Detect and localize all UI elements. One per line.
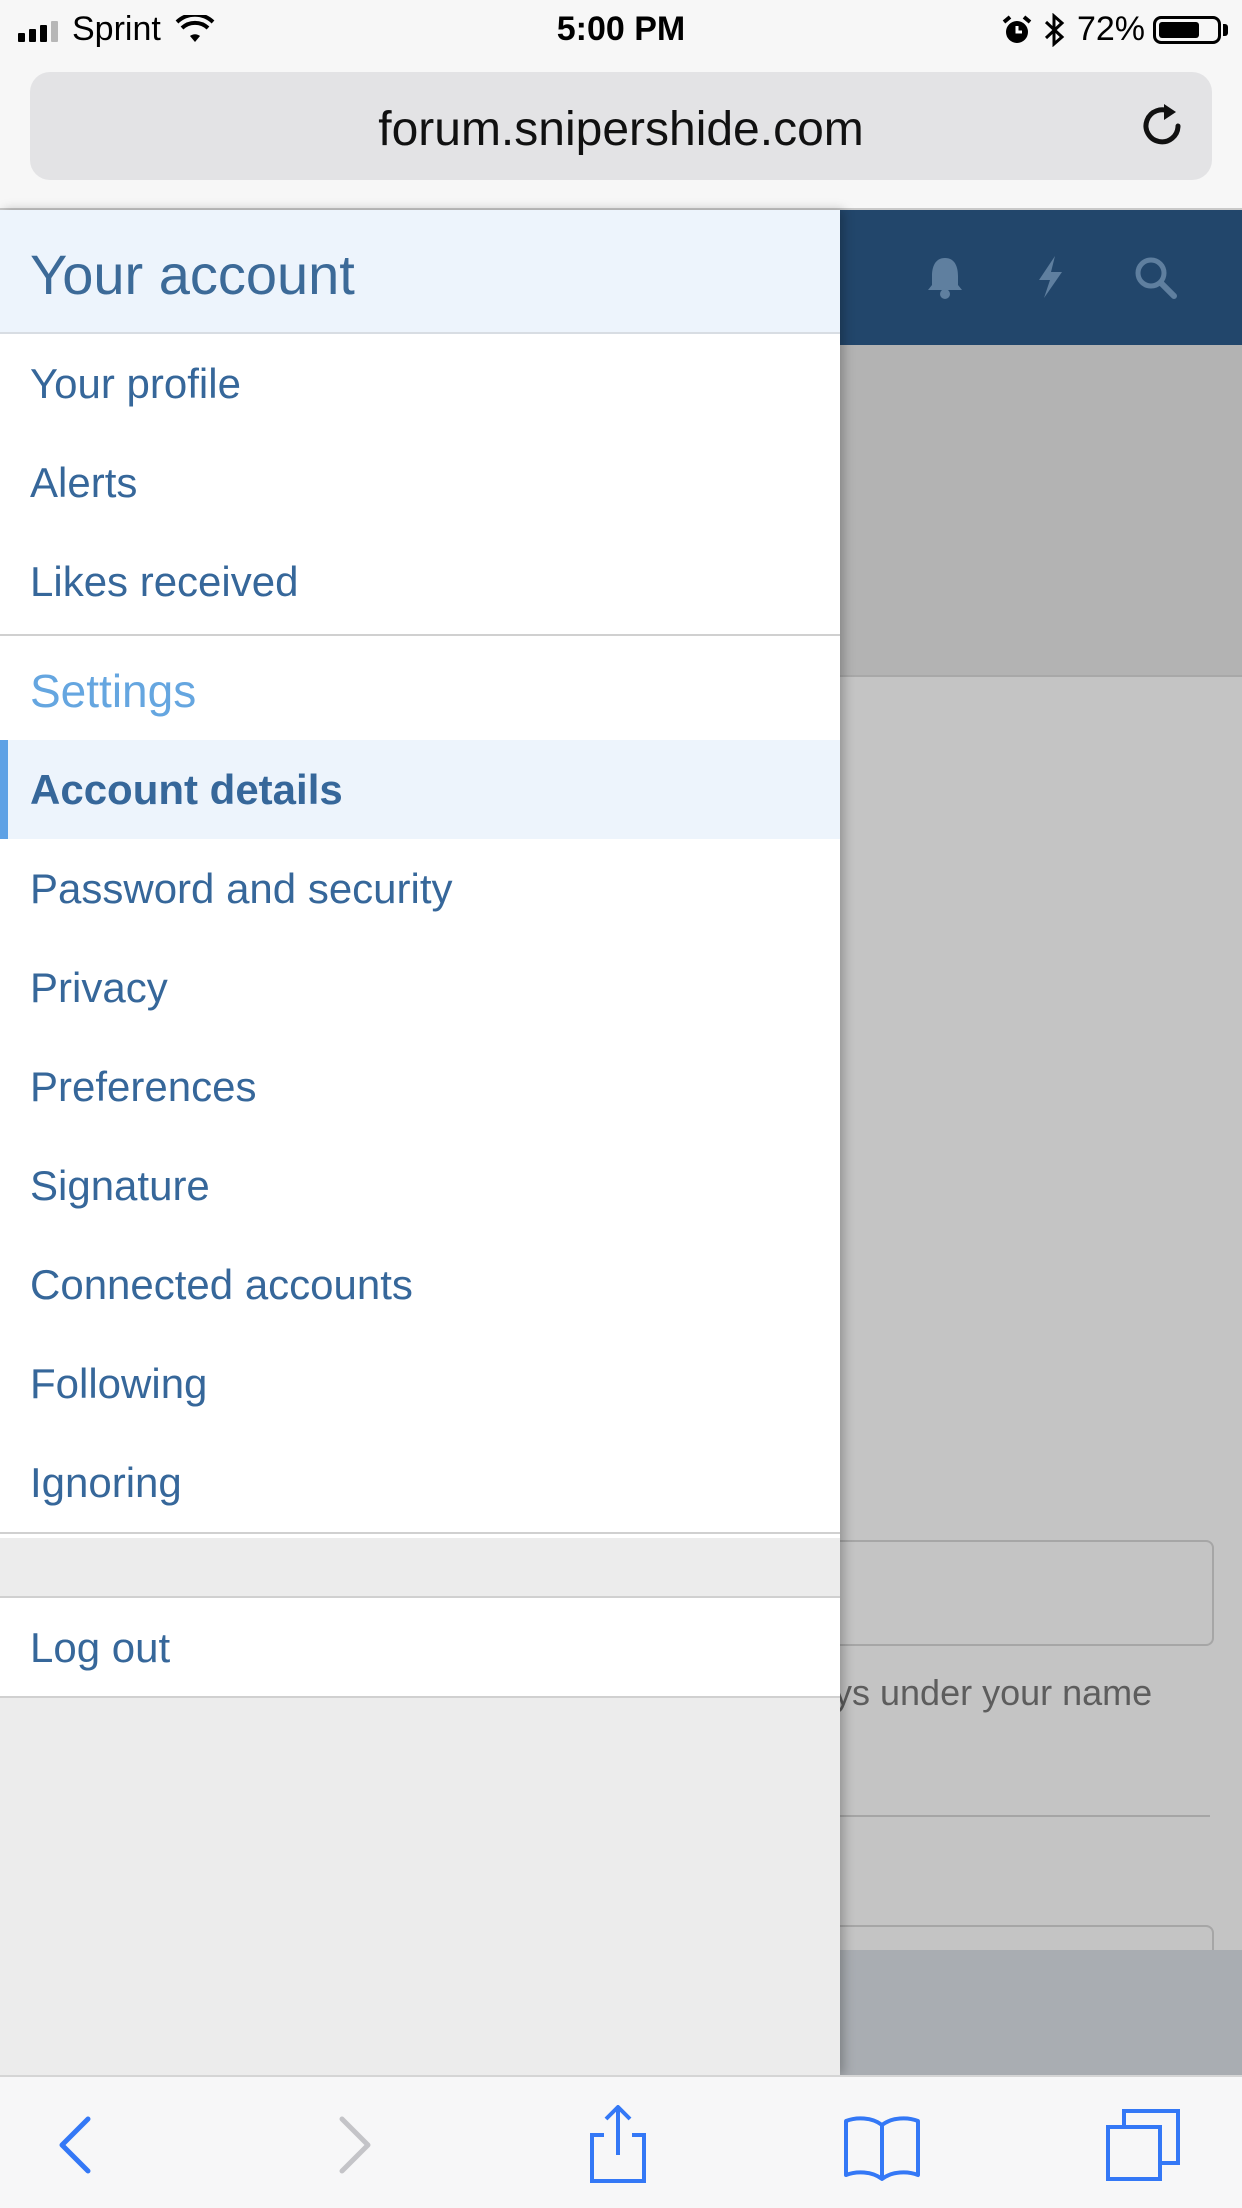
menu-item-your-profile[interactable]: Your profile [0, 334, 840, 433]
alarm-icon [1002, 14, 1032, 43]
bolt-icon[interactable] [1025, 252, 1075, 302]
back-icon[interactable] [38, 2105, 118, 2185]
address-bar[interactable]: forum.snipershide.com [30, 72, 1212, 180]
menu-item-account-details[interactable]: Account details [0, 740, 840, 839]
menu-item-preferences[interactable]: Preferences [0, 1037, 840, 1136]
settings-heading: Settings [30, 665, 197, 717]
drawer-header: Your account [0, 210, 840, 334]
divider [0, 1696, 840, 1698]
background-input [790, 1540, 1214, 1646]
reload-icon[interactable] [1134, 98, 1190, 154]
battery-percent: 72% [1076, 10, 1145, 48]
drawer-title: Your account [30, 243, 355, 306]
menu-item-privacy[interactable]: Privacy [0, 938, 840, 1037]
menu-item-signature[interactable]: Signature [0, 1136, 840, 1235]
forward-icon[interactable] [312, 2105, 392, 2185]
background-hint-text: ys under your name [834, 1672, 1153, 1713]
menu-item-likes-received[interactable]: Likes received [0, 532, 840, 631]
menu-item-connected-accounts[interactable]: Connected accounts [0, 1235, 840, 1334]
menu-item-password-and-security[interactable]: Password and security [0, 839, 840, 938]
bluetooth-icon [1044, 12, 1065, 47]
account-drawer: Your account Your profile Alerts Likes r… [0, 210, 840, 2075]
divider [0, 1532, 840, 1534]
status-bar: Sprint 5:00 PM 72% [0, 0, 1242, 60]
search-icon[interactable] [1130, 252, 1180, 302]
browser-chrome: forum.snipershide.com [0, 60, 1242, 210]
menu-item-following[interactable]: Following [0, 1334, 840, 1433]
url-text[interactable]: forum.snipershide.com [30, 102, 1212, 157]
bell-icon[interactable] [920, 252, 970, 302]
safari-toolbar [0, 2075, 1242, 2208]
logout-button[interactable]: Log out [0, 1598, 840, 1697]
menu-item-alerts[interactable]: Alerts [0, 433, 840, 532]
battery-icon [1153, 15, 1221, 44]
background-footer [790, 1950, 1242, 2075]
logout-group: Log out [0, 1598, 840, 1696]
share-icon[interactable] [578, 2105, 658, 2185]
tabs-icon[interactable] [1104, 2105, 1184, 2185]
bookmarks-icon[interactable] [842, 2105, 922, 2185]
status-right: 72% [1001, 10, 1228, 49]
settings-group: Settings Account details Password and se… [0, 636, 840, 1538]
account-links-group: Your profile Alerts Likes received [0, 334, 840, 634]
menu-item-ignoring[interactable]: Ignoring [0, 1433, 840, 1532]
background-divider [790, 1815, 1210, 1817]
